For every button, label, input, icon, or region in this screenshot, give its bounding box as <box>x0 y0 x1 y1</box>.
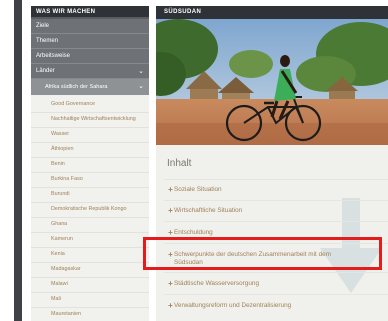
country-link[interactable]: Wasser <box>31 128 149 143</box>
country-link[interactable]: Mauretanien <box>31 308 149 321</box>
sidebar: WAS WIR MACHEN Ziele Themen Arbeitsweise… <box>31 6 149 321</box>
plus-icon: + <box>168 301 173 310</box>
sidebar-header: WAS WIR MACHEN <box>31 6 149 19</box>
toc-item[interactable]: + Entschuldung <box>164 221 388 243</box>
sidebar-item-label: Themen <box>36 38 59 44</box>
country-link[interactable]: Kenia <box>31 248 149 263</box>
toc-item-highlighted[interactable]: + Schwerpunkte der deutschen Zusammenarb… <box>164 243 388 272</box>
toc-item-label: Entschuldung <box>174 229 213 236</box>
page-frame: WAS WIR MACHEN Ziele Themen Arbeitsweise… <box>0 0 388 321</box>
left-edge-bar <box>14 0 22 321</box>
bicycle-photo-icon <box>156 19 388 145</box>
plus-icon: + <box>168 250 173 259</box>
content-area: Inhalt + Soziale Situation + Wirtschaftl… <box>156 158 388 316</box>
toc-item-label: Verwaltungsreform und Dezentralisierung <box>174 302 292 309</box>
sidebar-item-label: Länder <box>36 68 55 74</box>
sidebar-subitem-afrika[interactable]: Afrika südlich der Sahara ⌄ <box>31 79 149 95</box>
chevron-down-icon: ⌄ <box>138 83 144 90</box>
toc-item-label: Schwerpunkte der deutschen Zusammenarbei… <box>174 251 332 266</box>
chevron-down-icon: ⌄ <box>138 68 144 75</box>
plus-icon: + <box>168 228 173 237</box>
main-panel: SÜDSUDAN Inhalt + Soziale Situation + Wi… <box>156 6 388 321</box>
toc-list: + Soziale Situation + Wirtschaftliche Si… <box>164 179 388 316</box>
section-title: Inhalt <box>167 158 192 169</box>
country-link[interactable]: Ghana <box>31 218 149 233</box>
country-link[interactable]: Nachhaltige Wirtschaftsentwicklung <box>31 113 149 128</box>
toc-item[interactable]: + Soziale Situation <box>164 179 388 200</box>
page-title: SÜDSUDAN <box>156 6 388 19</box>
sidebar-item-ziele[interactable]: Ziele <box>31 19 149 34</box>
toc-item-label: Soziale Situation <box>174 186 222 193</box>
sidebar-item-label: Arbeitsweise <box>36 53 71 59</box>
plus-icon: + <box>168 279 173 288</box>
country-link[interactable]: Burundi <box>31 188 149 203</box>
country-list: Good Governance Nachhaltige Wirtschaftse… <box>31 95 149 321</box>
country-link[interactable]: Benin <box>31 158 149 173</box>
country-link[interactable]: Burkina Faso <box>31 173 149 188</box>
country-link[interactable]: Mali <box>31 293 149 308</box>
plus-icon: + <box>168 206 173 215</box>
sidebar-nav: Ziele Themen Arbeitsweise Länder ⌄ <box>31 19 149 79</box>
toc-item[interactable]: + Wirtschaftliche Situation <box>164 200 388 221</box>
sidebar-item-label: Ziele <box>36 23 50 29</box>
toc-item-label: Wirtschaftliche Situation <box>174 207 243 214</box>
country-link[interactable]: Malawi <box>31 278 149 293</box>
sidebar-subitem-label: Afrika südlich der Sahara <box>45 84 108 90</box>
country-link[interactable]: Kamerun <box>31 233 149 248</box>
hero-image <box>156 19 388 145</box>
country-link[interactable]: Äthiopien <box>31 143 149 158</box>
sidebar-item-themen[interactable]: Themen <box>31 34 149 49</box>
country-link[interactable]: Good Governance <box>31 98 149 113</box>
toc-item[interactable]: + Verwaltungsreform und Dezentralisierun… <box>164 294 388 316</box>
toc-item-label: Städtische Wasserversorgung <box>174 280 260 287</box>
country-link[interactable]: Madagaskar <box>31 263 149 278</box>
toc-item[interactable]: + Städtische Wasserversorgung <box>164 272 388 294</box>
sidebar-item-arbeitsweise[interactable]: Arbeitsweise <box>31 49 149 64</box>
sidebar-item-laender[interactable]: Länder ⌄ <box>31 64 149 79</box>
plus-icon: + <box>168 185 173 194</box>
country-link[interactable]: Demokratische Republik Kongo <box>31 203 149 218</box>
